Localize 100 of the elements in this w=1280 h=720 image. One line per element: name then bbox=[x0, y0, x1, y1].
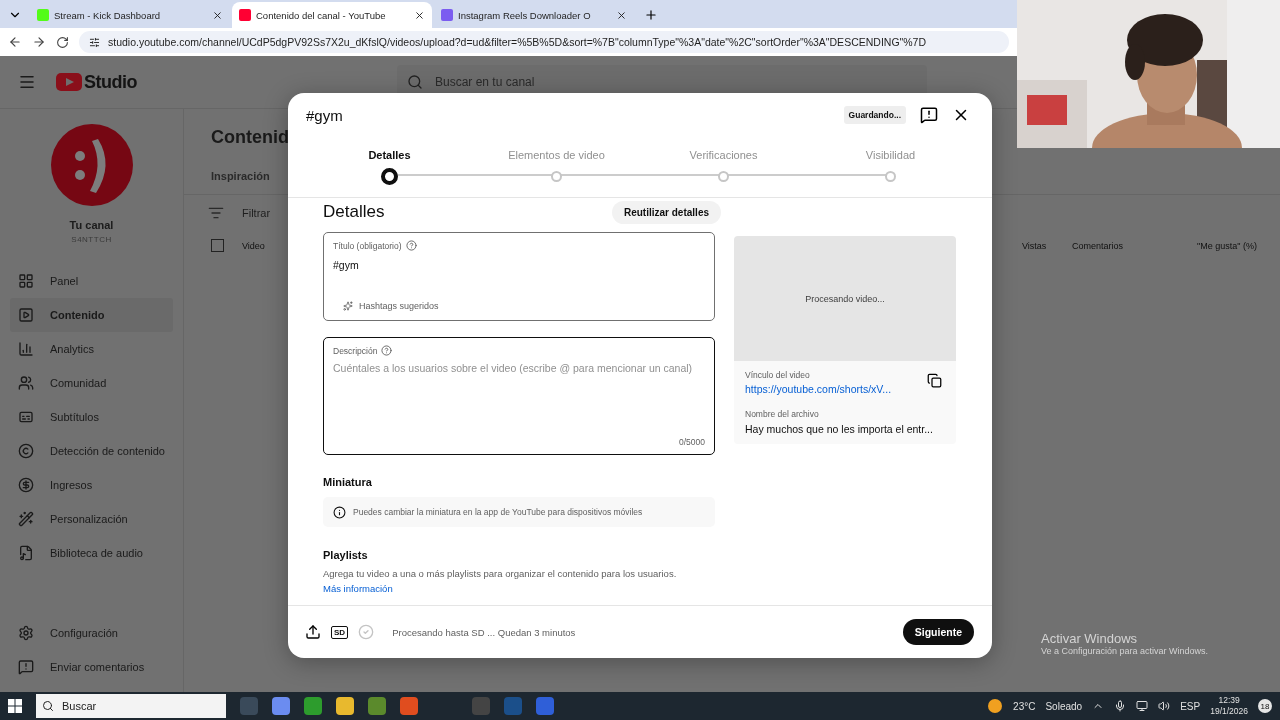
app-icon[interactable] bbox=[368, 697, 386, 715]
browser-tab[interactable]: Contenido del canal - YouTube bbox=[232, 2, 432, 28]
forward-icon[interactable] bbox=[32, 35, 46, 49]
field-label: Nombre del archivo bbox=[745, 409, 820, 419]
weather-text: Soleado bbox=[1045, 700, 1083, 712]
nav-item[interactable]: Enviar comentarios bbox=[10, 650, 173, 684]
nav-item[interactable]: Analytics bbox=[10, 332, 173, 366]
help-icon[interactable] bbox=[381, 345, 393, 356]
copy-icon[interactable] bbox=[927, 373, 942, 388]
nav-item[interactable]: Subtítulos bbox=[10, 400, 173, 434]
info-icon bbox=[333, 505, 346, 519]
notification-badge[interactable]: 18 bbox=[1258, 699, 1272, 713]
watermark-text: Ve a Configuración para activar Windows. bbox=[1041, 646, 1209, 656]
hashtags-button[interactable]: Hashtags sugeridos bbox=[333, 301, 439, 313]
nav-item[interactable]: Comunidad bbox=[10, 366, 173, 400]
close-icon[interactable] bbox=[616, 9, 627, 21]
close-icon[interactable] bbox=[212, 9, 223, 21]
search-icon bbox=[42, 700, 54, 712]
dialog-title: #gym bbox=[306, 106, 344, 124]
column-header: "Me gusta" (%) bbox=[1197, 240, 1257, 251]
check-icon[interactable] bbox=[358, 624, 375, 640]
checkbox[interactable] bbox=[211, 239, 224, 252]
chart-icon bbox=[18, 341, 34, 357]
network-icon[interactable] bbox=[1136, 700, 1149, 712]
file-name: Hay muchos que no les importa el entr... bbox=[745, 423, 934, 435]
section-heading: Detalles bbox=[323, 202, 385, 222]
nav-item[interactable]: Biblioteca de audio bbox=[10, 536, 173, 570]
back-icon[interactable] bbox=[8, 35, 22, 49]
processing-status: Procesando hasta SD ... Quedan 3 minutos bbox=[392, 626, 577, 638]
wand-icon bbox=[18, 511, 34, 527]
content-tab[interactable]: Inspiración bbox=[211, 170, 270, 182]
character-counter: 0/5000 bbox=[679, 437, 705, 447]
processing-text: Procesando video... bbox=[805, 293, 885, 304]
step-label[interactable]: Verificaciones bbox=[689, 149, 758, 161]
music-file-icon bbox=[18, 545, 34, 561]
address-bar[interactable]: studio.youtube.com/channel/UCdP5dgPV92Ss7X2u_dKfslQ/videos/upload?d=ud&filter=%5B%5D&sort=%7B"columnType"%3A"date"%2C"sortOrder"%3A"DESCENDING"%7D bbox=[79, 31, 1009, 53]
reload-icon[interactable] bbox=[56, 35, 69, 49]
more-info-link[interactable]: Más información bbox=[323, 583, 393, 594]
nav-item[interactable]: Detección de contenido bbox=[10, 434, 173, 468]
url-text: studio.youtube.com/channel/UCdP5dgPV92Ss7X2u_dKfslQ/videos/upload?d=ud&filter=%5B%5D&sort=%7B"columnType"%3A"date"%2C"sortOrder"%3A"DESCENDING"%7D bbox=[108, 36, 927, 48]
app-icon[interactable] bbox=[272, 697, 290, 715]
nav-item[interactable]: Panel bbox=[10, 264, 173, 298]
nav-item[interactable]: Personalización bbox=[10, 502, 173, 536]
field-value: #gym bbox=[333, 259, 360, 271]
title-field[interactable]: Título (obligatorio) #gym Hashtags sugeridos bbox=[323, 232, 715, 321]
nav-item[interactable]: Contenido bbox=[10, 298, 173, 332]
volume-icon[interactable] bbox=[1158, 700, 1171, 712]
browser-icon[interactable] bbox=[400, 697, 418, 715]
weather-icon[interactable] bbox=[987, 698, 1004, 714]
column-header: Video bbox=[242, 240, 265, 251]
video-link[interactable]: https://youtube.com/shorts/xV... bbox=[745, 383, 945, 395]
taskbar-search-field[interactable]: Buscar bbox=[36, 694, 226, 718]
column-header: Vistas bbox=[1022, 240, 1047, 251]
site-settings-icon[interactable] bbox=[89, 36, 100, 48]
app-icon[interactable] bbox=[536, 697, 554, 715]
new-tab-icon[interactable] bbox=[644, 8, 658, 22]
menu-icon[interactable] bbox=[18, 73, 36, 91]
info-text: Puedes cambiar la miniatura en la app de YouTube para dispositivos móviles bbox=[353, 507, 643, 517]
field-label: Título (obligatorio) bbox=[333, 240, 402, 251]
temperature-text: 23°C bbox=[1013, 700, 1036, 712]
feedback-icon[interactable] bbox=[920, 106, 938, 124]
sparkle-icon bbox=[343, 301, 353, 311]
description-field[interactable]: Descripción Cuéntales a los usuarios sobre el video (escribe @ para mencionar un canal) 0/5000 bbox=[323, 337, 715, 455]
close-icon[interactable] bbox=[414, 9, 425, 21]
dollar-icon bbox=[18, 477, 34, 493]
language-indicator[interactable]: ESP bbox=[1180, 700, 1201, 712]
filter-field[interactable]: Filtrar bbox=[242, 207, 271, 219]
filter-icon[interactable] bbox=[208, 205, 224, 221]
step-label[interactable]: Elementos de video bbox=[508, 149, 605, 161]
next-button[interactable]: Siguiente bbox=[902, 619, 974, 645]
channel-name: Tu canal bbox=[69, 219, 114, 231]
nav-item[interactable]: Configuración bbox=[10, 616, 173, 650]
copyright-icon bbox=[18, 443, 34, 459]
step-label[interactable]: Detalles bbox=[368, 149, 411, 161]
watermark-title: Activar Windows bbox=[1041, 631, 1139, 646]
page-title: Contenid bbox=[211, 127, 289, 148]
site-icon bbox=[37, 9, 49, 21]
microphone-icon[interactable] bbox=[1114, 700, 1127, 712]
step-label[interactable]: Visibilidad bbox=[865, 149, 916, 161]
browser-icon[interactable] bbox=[336, 697, 354, 715]
step-dot[interactable] bbox=[381, 168, 398, 185]
upload-icon[interactable] bbox=[305, 624, 321, 640]
clock[interactable]: 12:39 19/1/2026 bbox=[1210, 695, 1248, 717]
people-icon bbox=[18, 375, 34, 391]
browser-tab[interactable]: Instagram Reels Downloader O bbox=[434, 2, 634, 28]
dashboard-icon bbox=[18, 273, 34, 289]
windows-start-icon[interactable] bbox=[8, 699, 22, 713]
reuse-details-button[interactable]: Reutilizar detalles bbox=[611, 200, 721, 224]
section-heading: Playlists bbox=[323, 549, 369, 561]
nav-item[interactable]: Ingresos bbox=[10, 468, 173, 502]
video-icon bbox=[18, 307, 34, 323]
sd-badge[interactable]: SD bbox=[331, 625, 349, 639]
feedback-icon bbox=[18, 659, 34, 675]
settings-icon bbox=[18, 625, 34, 641]
playlists-description: Agrega tu video a una o más playlists para organizar el contenido para los usuarios. Más información bbox=[323, 567, 678, 596]
browser-tab[interactable]: Stream - Kick Dashboard bbox=[30, 2, 230, 28]
channel-avatar[interactable] bbox=[49, 123, 134, 207]
app-icon[interactable] bbox=[304, 697, 322, 715]
captions-icon bbox=[18, 409, 34, 425]
help-icon[interactable] bbox=[405, 240, 417, 251]
